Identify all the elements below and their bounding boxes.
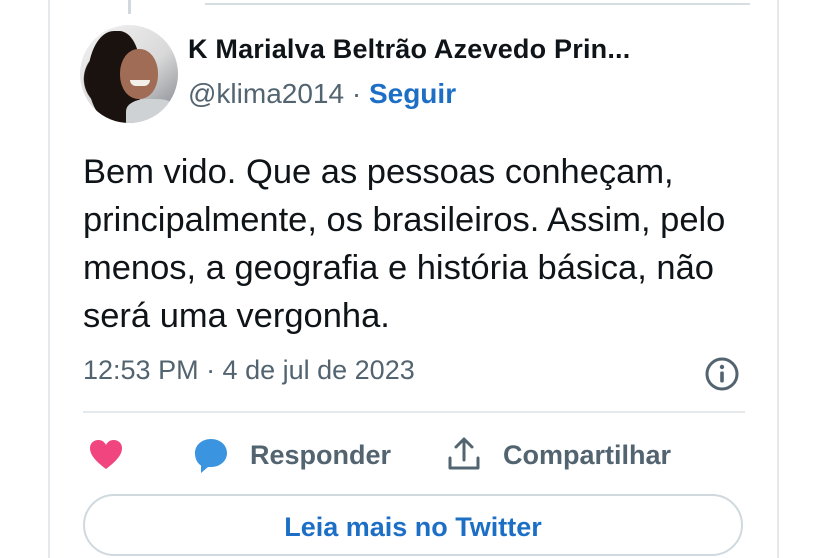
card-left-border <box>48 0 50 558</box>
thread-line <box>128 0 131 14</box>
previous-card-edge <box>205 0 750 5</box>
follow-link[interactable]: Seguir <box>369 78 456 109</box>
avatar[interactable] <box>80 25 178 123</box>
reply-button[interactable]: Responder <box>250 440 391 471</box>
author-handle-row: @klima2014 · Seguir <box>188 78 456 110</box>
card-right-border <box>777 0 779 558</box>
reply-icon[interactable] <box>192 436 230 474</box>
share-button[interactable]: Compartilhar <box>503 440 671 471</box>
info-icon[interactable] <box>704 356 740 392</box>
divider <box>83 411 745 413</box>
author-handle[interactable]: @klima2014 <box>188 78 344 109</box>
share-icon[interactable] <box>446 436 482 472</box>
tweet-timestamp[interactable]: 12:53 PM · 4 de jul de 2023 <box>83 355 415 386</box>
heart-icon[interactable] <box>88 437 124 473</box>
tweet-text: Bem vido. Que as pessoas conheçam, princ… <box>83 153 726 335</box>
separator: · <box>351 78 362 109</box>
read-more-button[interactable]: Leia mais no Twitter <box>83 494 743 556</box>
author-name[interactable]: K Marialva Beltrão Azevedo Prin... <box>188 34 630 65</box>
